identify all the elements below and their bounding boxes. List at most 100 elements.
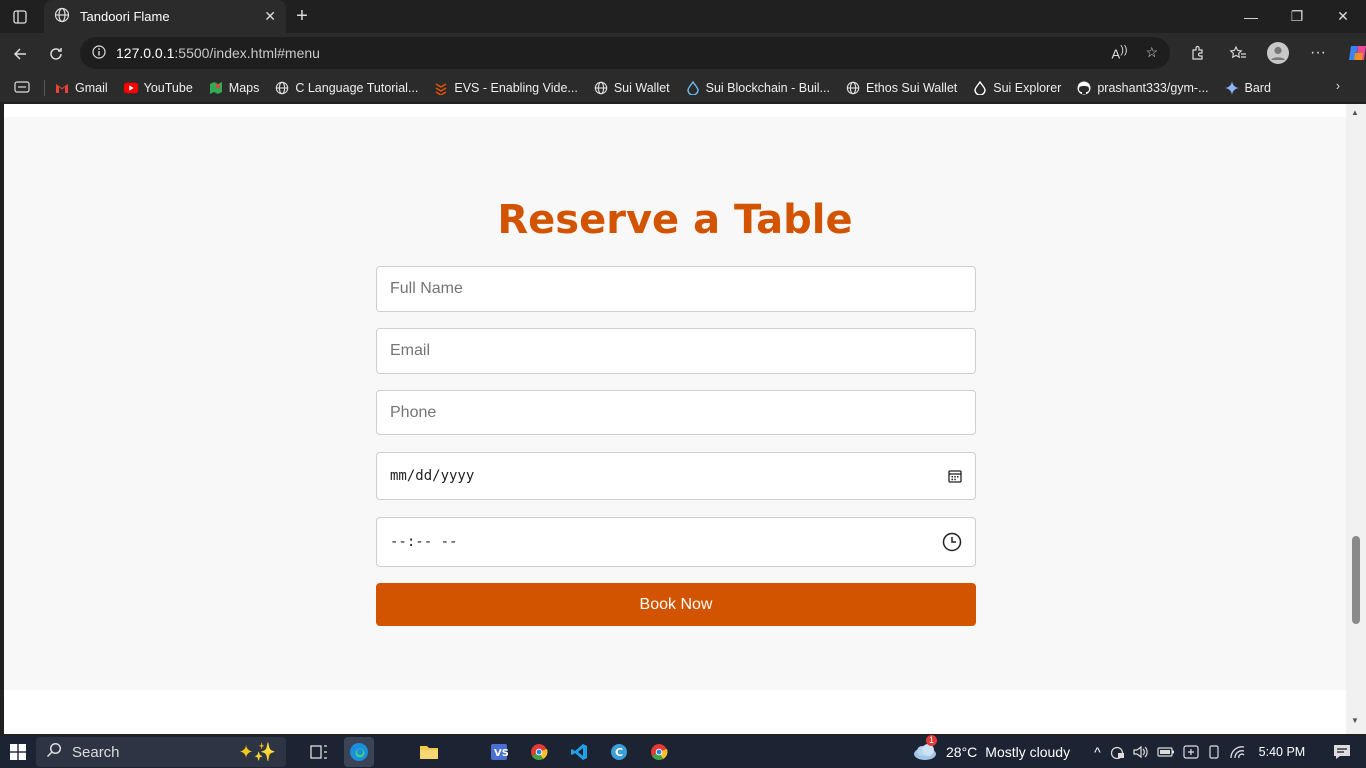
scroll-down-icon[interactable]: ▼: [1351, 716, 1359, 725]
scroll-up-icon[interactable]: ▲: [1351, 108, 1359, 117]
bookmark-label: Bard: [1244, 81, 1271, 95]
page-viewport: Reserve a Table Full Name Email Phone mm…: [4, 104, 1346, 734]
bookmark-label: C Language Tutorial...: [295, 81, 419, 95]
windows-taskbar: Search ✦✨ VS C 1 28°C Mostly cloudy ^ 5:…: [0, 734, 1366, 768]
weather-description: Mostly cloudy: [985, 744, 1071, 760]
url-path: :5500/index.html#menu: [174, 45, 320, 61]
bookmark-item[interactable]: YouTube: [123, 81, 193, 95]
extensions-icon[interactable]: [1180, 37, 1216, 69]
profile-avatar[interactable]: [1260, 37, 1296, 69]
reading-mode-icon[interactable]: [14, 80, 30, 96]
browser-tab[interactable]: Tandoori Flame ✕: [44, 0, 286, 33]
system-tray: 1 28°C Mostly cloudy ^ 5:40 PM: [912, 734, 1351, 768]
bookmark-label: YouTube: [143, 81, 193, 95]
evs-icon: [434, 81, 448, 95]
youtube-icon: [123, 81, 138, 95]
bookmark-item[interactable]: Sui Wallet: [594, 81, 670, 95]
bookmarks-divider: [44, 80, 45, 96]
search-label: Search: [72, 743, 120, 761]
bookmark-label: Gmail: [75, 81, 108, 95]
phone-input[interactable]: Phone: [376, 390, 976, 435]
bookmark-item[interactable]: Gmail: [55, 81, 108, 95]
bookmark-item[interactable]: Bard: [1224, 81, 1271, 95]
bookmark-label: Sui Explorer: [993, 81, 1062, 95]
read-aloud-icon[interactable]: A)): [1112, 44, 1128, 61]
new-tab-button[interactable]: +: [290, 4, 314, 28]
phone-link-icon[interactable]: [1207, 745, 1221, 759]
wifi-icon[interactable]: [1229, 745, 1245, 759]
favorite-star-icon[interactable]: ☆: [1145, 44, 1158, 61]
reservation-section: Reserve a Table Full Name Email Phone mm…: [4, 117, 1346, 690]
chrome-icon[interactable]: [524, 737, 554, 767]
close-window-icon[interactable]: ✕: [1320, 0, 1366, 33]
globe-icon: [594, 81, 608, 95]
tab-title: Tandoori Flame: [80, 9, 170, 24]
bookmark-label: Sui Wallet: [613, 81, 670, 95]
bookmark-item[interactable]: EVS - Enabling Vide...: [434, 81, 578, 95]
email-input[interactable]: Email: [376, 328, 976, 374]
bookmark-item[interactable]: C Language Tutorial...: [275, 81, 418, 95]
svg-text:C: C: [615, 746, 623, 759]
bard-icon: [1224, 81, 1239, 95]
edge-app-icon[interactable]: [344, 737, 374, 767]
clock-icon[interactable]: [942, 532, 962, 552]
canva-icon[interactable]: C: [604, 737, 634, 767]
more-options-icon[interactable]: ···: [1300, 37, 1336, 69]
weather-icon[interactable]: 1: [912, 734, 938, 764]
calendar-icon[interactable]: [948, 469, 962, 483]
network-status-icon[interactable]: [1109, 745, 1125, 759]
time-value: --:-- --: [390, 534, 458, 550]
github-icon: [1077, 81, 1091, 95]
file-explorer-icon[interactable]: [414, 737, 444, 767]
bookmark-item[interactable]: Sui Blockchain - Buil...: [686, 81, 830, 95]
search-highlight-icon: ✦✨: [238, 741, 277, 762]
favorites-icon[interactable]: [1220, 37, 1256, 69]
bookmark-item[interactable]: Sui Explorer: [973, 81, 1061, 95]
bookmark-item[interactable]: prashant333/gym-...: [1077, 81, 1209, 95]
bookmark-label: prashant333/gym-...: [1097, 81, 1209, 95]
vscode-icon[interactable]: [564, 737, 594, 767]
chrome-profile-icon[interactable]: [644, 737, 674, 767]
tab-actions-icon[interactable]: [0, 0, 40, 33]
screen-share-icon[interactable]: [1183, 745, 1199, 759]
search-icon: [46, 742, 62, 762]
browser-toolbar: 127.0.0.1:5500/index.html#menu A)) ☆ ···: [0, 33, 1366, 74]
page-scrollbar[interactable]: ▲ ▼: [1346, 104, 1366, 734]
close-tab-icon[interactable]: ✕: [264, 8, 276, 25]
weather-temperature: 28°C: [946, 744, 978, 760]
bookmark-item[interactable]: Ethos Sui Wallet: [846, 81, 957, 95]
url-host: 127.0.0.1: [116, 45, 175, 61]
restore-icon[interactable]: ❐: [1274, 0, 1320, 33]
bookmark-label: Maps: [228, 81, 260, 95]
gmail-icon: [55, 81, 69, 95]
full-name-input[interactable]: Full Name: [376, 266, 976, 312]
bookmark-label: EVS - Enabling Vide...: [454, 81, 578, 95]
notifications-icon[interactable]: [1333, 744, 1351, 760]
date-input[interactable]: mm/dd/yyyy: [376, 452, 976, 500]
book-now-button[interactable]: Book Now: [376, 583, 976, 626]
windows-start-icon[interactable]: [0, 736, 36, 768]
svg-text:VS: VS: [494, 748, 508, 759]
clock-time[interactable]: 5:40 PM: [1259, 745, 1306, 759]
sui-drop-icon: [686, 81, 700, 95]
refresh-icon[interactable]: [38, 36, 74, 72]
show-hidden-icons-chevron-icon[interactable]: ^: [1094, 744, 1101, 760]
time-input[interactable]: --:-- --: [376, 517, 976, 567]
globe-icon: [54, 7, 70, 26]
bookmark-item[interactable]: Maps: [209, 81, 260, 95]
bookmarks-overflow-chevron-icon[interactable]: ›: [1336, 79, 1340, 93]
scrollbar-thumb[interactable]: [1352, 536, 1360, 624]
visual-studio-icon[interactable]: VS: [484, 737, 514, 767]
date-value: mm/dd/yyyy: [390, 468, 475, 484]
page-title: Reserve a Table: [497, 197, 853, 243]
task-view-icon[interactable]: [304, 737, 334, 767]
taskbar-search[interactable]: Search ✦✨: [36, 737, 286, 767]
weather-badge: 1: [926, 734, 937, 746]
battery-icon[interactable]: [1157, 746, 1175, 758]
copilot-icon[interactable]: [1340, 37, 1366, 69]
back-icon[interactable]: [2, 36, 38, 72]
volume-icon[interactable]: [1133, 745, 1149, 759]
address-bar[interactable]: 127.0.0.1:5500/index.html#menu A)) ☆: [80, 37, 1170, 69]
minimize-icon[interactable]: —: [1228, 0, 1274, 33]
site-info-icon[interactable]: [92, 44, 106, 62]
